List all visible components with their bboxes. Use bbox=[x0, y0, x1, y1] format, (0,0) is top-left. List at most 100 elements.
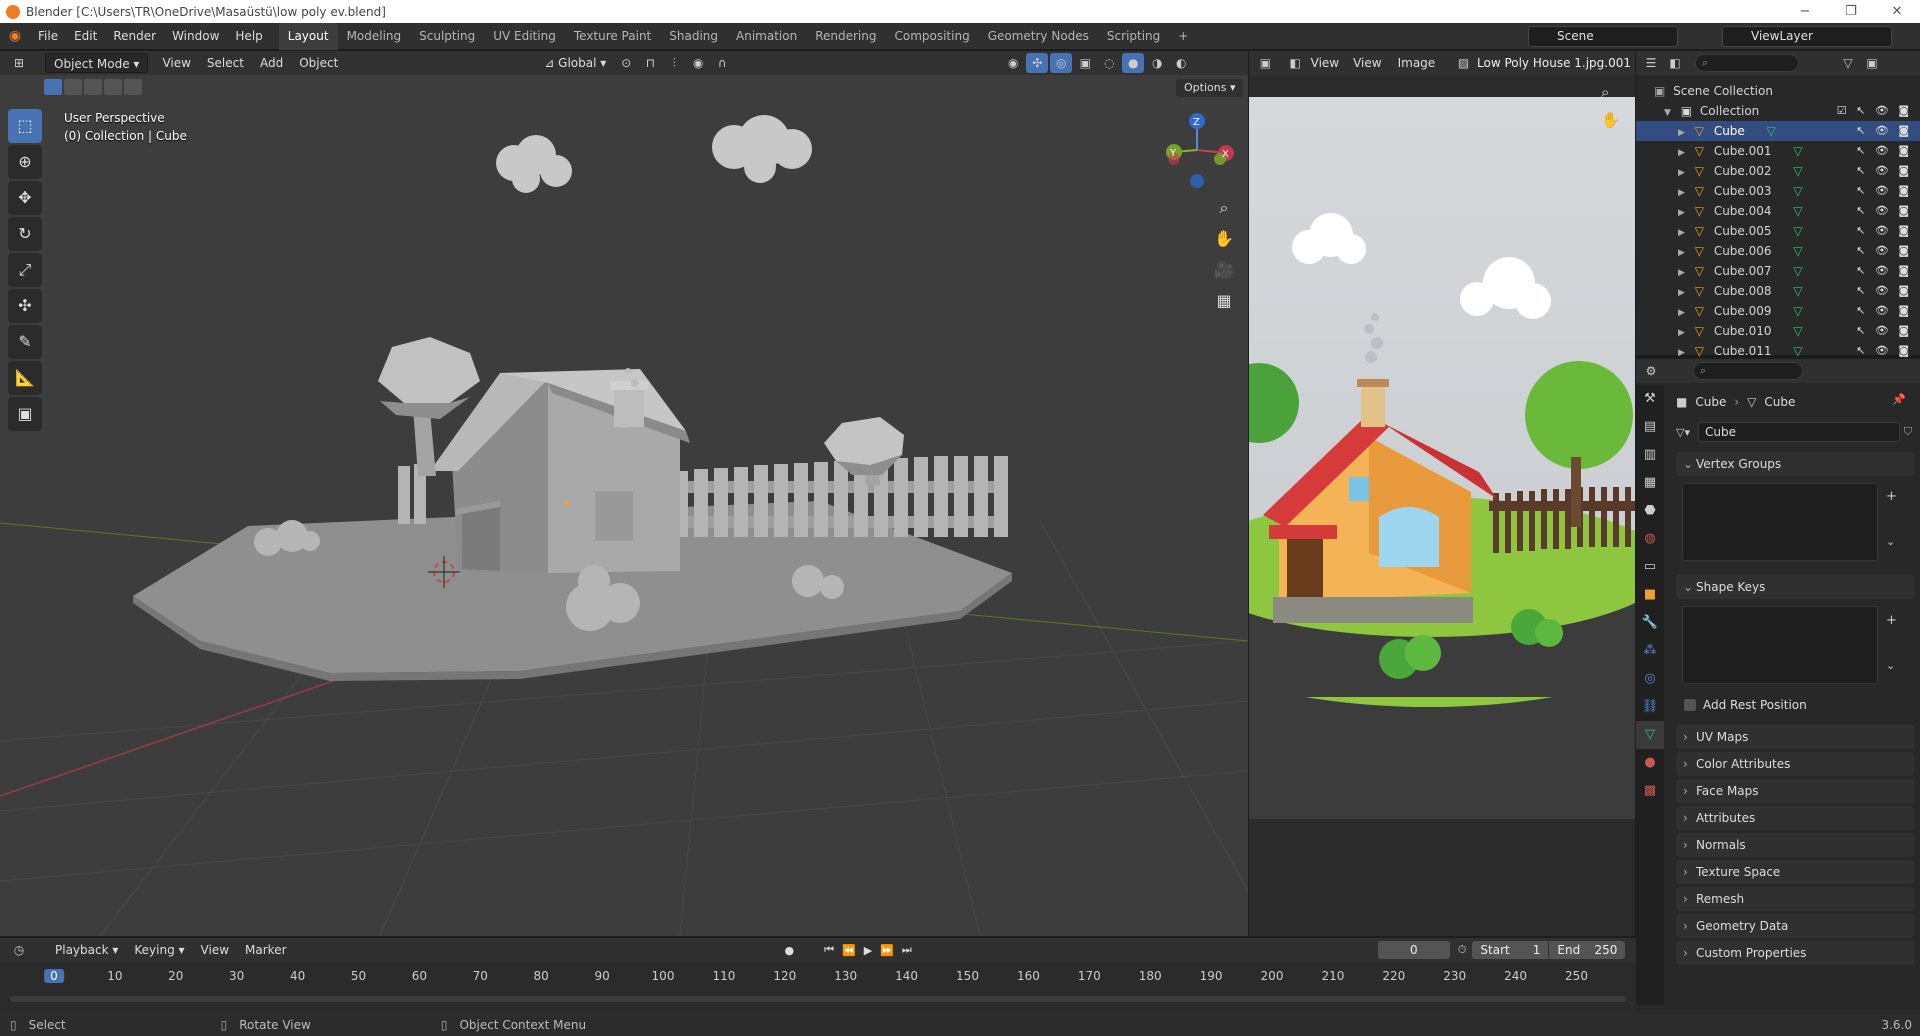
timeline-menu-view[interactable]: View bbox=[193, 943, 237, 957]
item-toggles[interactable]: ↖ 👁 ◙ bbox=[1856, 161, 1912, 181]
outliner-item[interactable]: ▶ ▽ Cube.010 ▽ ↖ 👁 ◙ bbox=[1636, 321, 1920, 341]
timeline-frame-ruler[interactable]: 0 10 20 30 40 50 60 70 80 90 100 110 120 130 140 150 160… bbox=[0, 966, 1636, 988]
pivot-point-icon[interactable]: ⊙ bbox=[615, 53, 637, 73]
panel-remesh[interactable]: › Remesh bbox=[1676, 887, 1914, 911]
item-toggles[interactable]: ↖ 👁 ◙ bbox=[1856, 301, 1912, 321]
panel-shape-keys[interactable]: ⌄ Shape Keys bbox=[1676, 575, 1914, 599]
expand-arrow-icon[interactable]: ▼ bbox=[1664, 108, 1671, 118]
view-layer-tab-icon[interactable]: ▦ bbox=[1636, 469, 1664, 497]
panel-vertex-groups[interactable]: ⌄ Vertex Groups bbox=[1676, 452, 1914, 476]
ortho-grid-icon[interactable]: ▦ bbox=[1210, 287, 1238, 315]
panel-geometry-data[interactable]: › Geometry Data bbox=[1676, 914, 1914, 938]
zoom-icon[interactable]: ⌕ bbox=[1210, 194, 1238, 222]
outliner-item[interactable]: ▶ ▽ Cube.001 ▽ ↖ 👁 ◙ bbox=[1636, 141, 1920, 161]
record-button-icon[interactable]: ● bbox=[785, 944, 795, 957]
render-tab-icon[interactable]: ▤ bbox=[1636, 413, 1664, 441]
panel-color-attributes[interactable]: › Color Attributes bbox=[1676, 752, 1914, 776]
tab-geometry-nodes[interactable]: Geometry Nodes bbox=[979, 23, 1098, 50]
image-menu-image[interactable]: Image bbox=[1390, 51, 1444, 75]
item-toggles[interactable]: ↖ 👁 ◙ bbox=[1856, 281, 1912, 301]
stopwatch-icon[interactable]: ⏱ bbox=[1458, 943, 1467, 957]
move-tool-icon[interactable]: ✥ bbox=[8, 181, 42, 215]
restore-button[interactable]: ❐ bbox=[1828, 0, 1874, 23]
item-toggles[interactable]: ↖ 👁 ◙ bbox=[1856, 241, 1912, 261]
outliner-item[interactable]: ▶ ▽ Cube.007 ▽ ↖ 👁 ◙ bbox=[1636, 261, 1920, 281]
item-toggles[interactable]: ↖ 👁 ◙ bbox=[1856, 321, 1912, 341]
outliner-item[interactable]: ▶ ▽ Cube.003 ▽ ↖ 👁 ◙ bbox=[1636, 181, 1920, 201]
image-browse-icon[interactable]: ▨ bbox=[1455, 53, 1472, 73]
panel-uv-maps[interactable]: › UV Maps bbox=[1676, 725, 1914, 749]
outliner-editor-type-icon[interactable]: ☰ bbox=[1640, 53, 1662, 73]
outliner-item[interactable]: ▶ ▽ Cube.002 ▽ ↖ 👁 ◙ bbox=[1636, 161, 1920, 181]
outliner-item[interactable]: ▶ ▽ Cube.008 ▽ ↖ 👁 ◙ bbox=[1636, 281, 1920, 301]
tab-uv-editing[interactable]: UV Editing bbox=[484, 23, 565, 50]
tab-scripting[interactable]: Scripting bbox=[1098, 23, 1169, 50]
outliner-collection[interactable]: ▼ ▣ Collection ☑ ↖ 👁 ◙ bbox=[1636, 101, 1920, 121]
expand-arrow-icon[interactable]: ▶ bbox=[1678, 248, 1685, 258]
expand-arrow-icon[interactable]: ▶ bbox=[1678, 328, 1685, 338]
properties-search-input[interactable]: ⌕ bbox=[1693, 362, 1803, 380]
expand-arrow-icon[interactable]: ▶ bbox=[1678, 228, 1685, 238]
expand-arrow-icon[interactable]: ▶ bbox=[1678, 308, 1685, 318]
image-menu-view-2[interactable]: View bbox=[1345, 51, 1389, 75]
panel-normals[interactable]: › Normals bbox=[1676, 833, 1914, 857]
wireframe-shading-icon[interactable]: ◌ bbox=[1098, 53, 1120, 73]
gizmo-toggle-icon[interactable]: ✣ bbox=[1026, 53, 1049, 73]
jump-to-start-icon[interactable]: ⏮ bbox=[824, 943, 834, 957]
jump-keyframe-back-icon[interactable]: ⏪ bbox=[842, 944, 856, 957]
mesh-name-field[interactable]: Cube bbox=[1697, 422, 1900, 442]
new-collection-icon[interactable]: ▣ bbox=[1861, 53, 1883, 73]
expand-arrow-icon[interactable]: ▶ bbox=[1678, 168, 1685, 178]
scene-selector[interactable]: Scene bbox=[1528, 26, 1678, 47]
menu-file[interactable]: File bbox=[30, 23, 66, 50]
scale-tool-icon[interactable]: ⤢ bbox=[8, 253, 42, 287]
tab-texture-paint[interactable]: Texture Paint bbox=[565, 23, 660, 50]
menu-render[interactable]: Render bbox=[105, 23, 164, 50]
timeline-menu-playback[interactable]: Playback ▾ bbox=[47, 943, 126, 957]
viewport-menu-add[interactable]: Add bbox=[252, 53, 291, 73]
expand-arrow-icon[interactable]: ▶ bbox=[1678, 148, 1685, 158]
viewport-menu-select[interactable]: Select bbox=[199, 53, 252, 73]
expand-arrow-icon[interactable]: ▶ bbox=[1678, 348, 1685, 358]
jump-keyframe-forward-icon[interactable]: ⏩ bbox=[880, 944, 894, 957]
shape-keys-list[interactable] bbox=[1682, 606, 1878, 684]
expand-arrow-icon[interactable]: ▶ bbox=[1678, 188, 1685, 198]
measure-tool-icon[interactable]: 📐 bbox=[8, 361, 42, 395]
annotate-tool-icon[interactable]: ✎ bbox=[8, 325, 42, 359]
menu-edit[interactable]: Edit bbox=[66, 23, 105, 50]
panel-face-maps[interactable]: › Face Maps bbox=[1676, 779, 1914, 803]
expand-arrow-icon[interactable]: ▶ bbox=[1678, 268, 1685, 278]
close-button[interactable]: ✕ bbox=[1874, 0, 1920, 23]
outliner-item[interactable]: ▶ ▽ Cube.011 ▽ ↖ 👁 ◙ bbox=[1636, 341, 1920, 361]
pan-hand-icon[interactable]: ✋ bbox=[1210, 225, 1238, 253]
scene-tab-icon[interactable]: ⬣ bbox=[1636, 497, 1664, 525]
image-editor-type-icon[interactable]: ▣ bbox=[1257, 53, 1274, 73]
select-box-tool-icon[interactable]: ⬚ bbox=[8, 109, 42, 143]
properties-editor-type-icon[interactable]: ⚙ bbox=[1640, 361, 1662, 381]
mesh-data-tab-icon[interactable]: ▽ bbox=[1636, 721, 1664, 749]
outliner-search-input[interactable]: ⌕ bbox=[1695, 54, 1799, 72]
constraints-tab-icon[interactable]: ⛓ bbox=[1636, 693, 1664, 721]
3d-viewport[interactable]: ⊞ Object Mode ▾ View Select Add Object ⊿… bbox=[0, 51, 1248, 936]
world-tab-icon[interactable]: ◍ bbox=[1636, 525, 1664, 553]
end-frame-field[interactable]: End 250 bbox=[1549, 941, 1626, 959]
modifier-tab-icon[interactable]: 🔧 bbox=[1636, 609, 1664, 637]
outliner-item[interactable]: ▶ ▽ Cube.004 ▽ ↖ 👁 ◙ bbox=[1636, 201, 1920, 221]
timeline-menu-marker[interactable]: Marker bbox=[237, 943, 294, 957]
collection-tab-icon[interactable]: ▭ bbox=[1636, 553, 1664, 581]
snap-icon[interactable]: ⊓ bbox=[639, 53, 661, 73]
object-mode-dropdown[interactable]: Object Mode ▾ bbox=[45, 53, 149, 73]
filter-icon[interactable]: ▽ bbox=[1837, 53, 1859, 73]
current-frame-field[interactable]: 0 bbox=[1377, 941, 1450, 959]
item-toggles[interactable]: ↖ 👁 ◙ bbox=[1856, 201, 1912, 221]
object-tab-icon[interactable]: ■ bbox=[1636, 581, 1664, 609]
outliner-item[interactable]: ▶ ▽ Cube.009 ▽ ↖ 👁 ◙ bbox=[1636, 301, 1920, 321]
transform-tool-icon[interactable]: ✣ bbox=[8, 289, 42, 323]
blender-menu-icon[interactable]: ◉ bbox=[0, 28, 30, 44]
camera-view-icon[interactable]: 🎥 bbox=[1210, 256, 1238, 284]
timeline-scrollbar[interactable] bbox=[10, 996, 1626, 1002]
proportional-edit-icon[interactable]: ◉ bbox=[687, 53, 709, 73]
texture-tab-icon[interactable]: ▩ bbox=[1636, 777, 1664, 805]
add-rest-position-checkbox[interactable] bbox=[1684, 699, 1696, 711]
minimize-button[interactable]: − bbox=[1782, 0, 1828, 23]
